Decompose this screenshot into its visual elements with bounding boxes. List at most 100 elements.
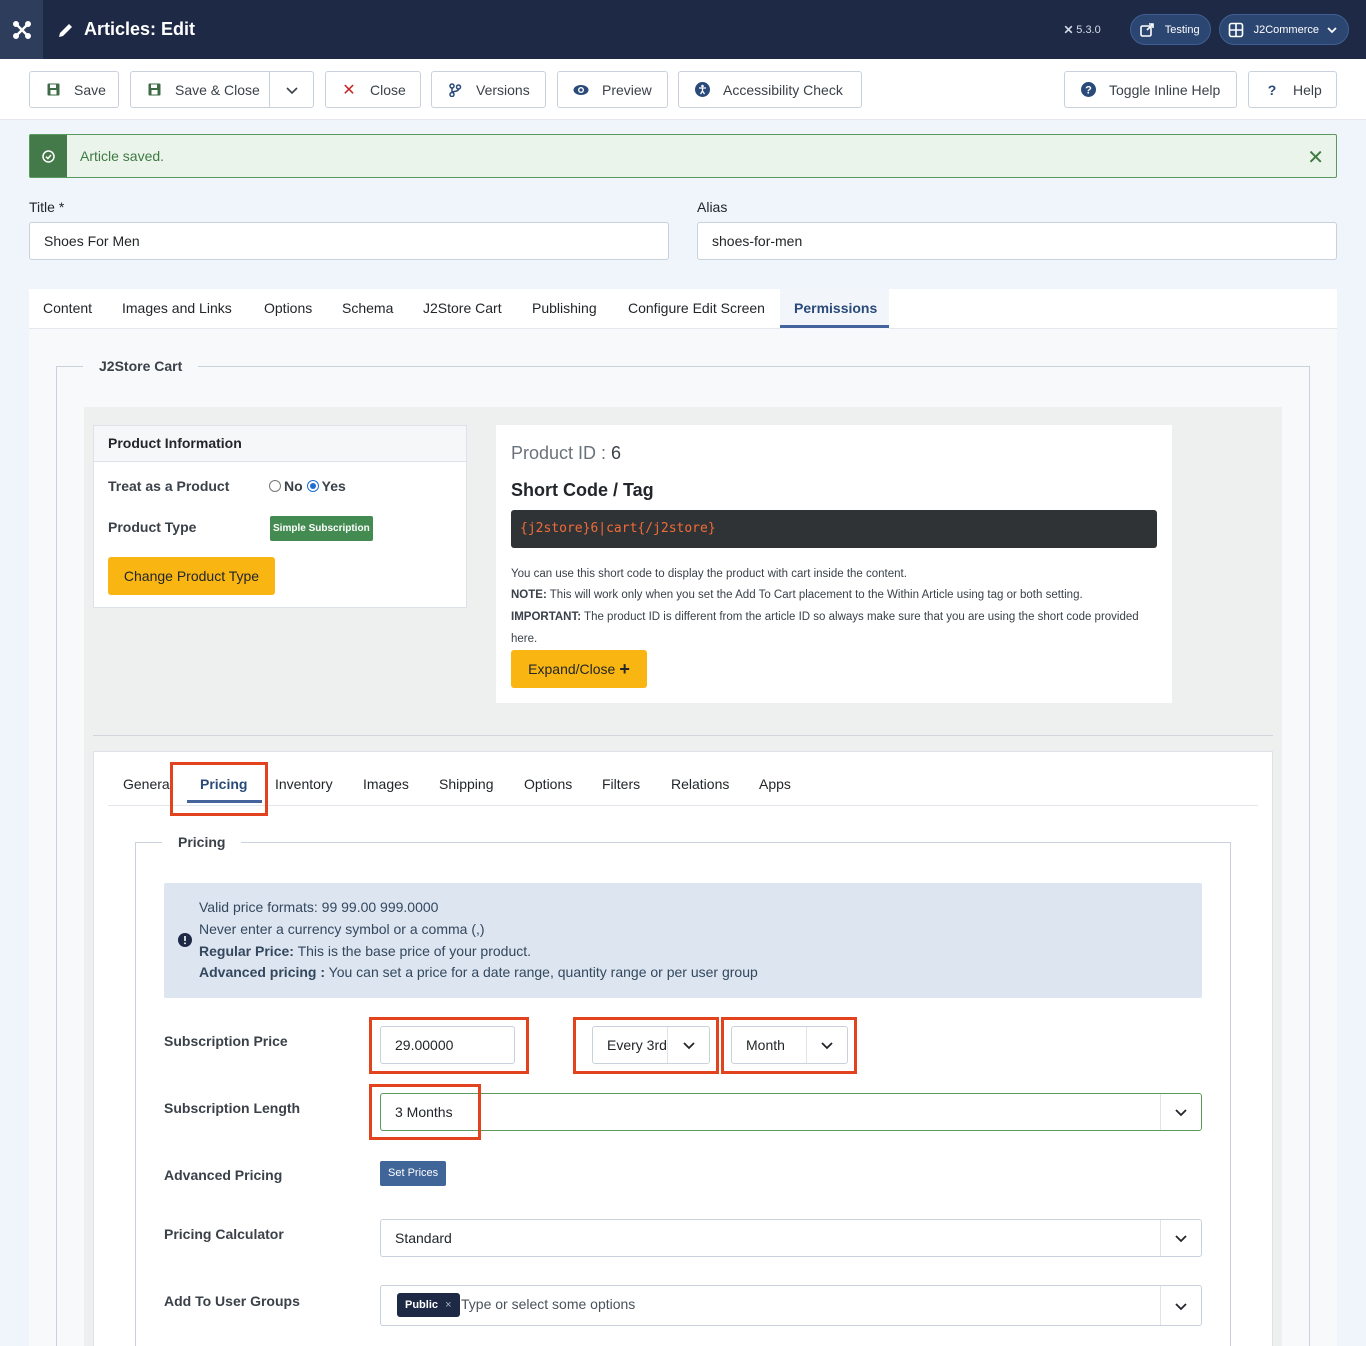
product-id-label: Product ID : 6 <box>511 443 622 463</box>
close-icon: ✕ <box>342 81 356 99</box>
tab-j2store-cart[interactable]: J2Store Cart <box>423 300 502 316</box>
shortcode-card: Product ID : 6 Short Code / Tag {j2store… <box>496 425 1172 703</box>
grid-icon <box>1228 22 1243 37</box>
alias-input[interactable]: shoes-for-men <box>697 222 1337 260</box>
subtab-apps[interactable]: Apps <box>759 776 791 792</box>
question-icon: ? <box>1267 81 1277 98</box>
page-title: Articles: Edit <box>57 19 195 40</box>
tab-schema[interactable]: Schema <box>342 300 393 316</box>
divider <box>93 735 1273 736</box>
user-menu-button[interactable]: J2Commerce <box>1218 14 1349 45</box>
shortcode-important-cont: here. <box>511 633 538 645</box>
joomla-logo[interactable] <box>0 0 43 59</box>
help-button[interactable]: ? Help <box>1248 71 1337 108</box>
check-circle-icon <box>30 135 67 177</box>
subtab-shipping[interactable]: Shipping <box>439 776 494 792</box>
tab-permissions[interactable]: Permissions <box>794 300 877 316</box>
j2store-legend: J2Store Cart <box>83 358 199 374</box>
remove-chip-icon[interactable]: × <box>445 1299 451 1311</box>
save-icon <box>45 82 61 98</box>
save-dropdown-toggle[interactable] <box>269 72 313 107</box>
plus-icon: + <box>619 658 630 679</box>
site-link-button[interactable]: Testing <box>1129 14 1211 45</box>
accessibility-icon <box>694 82 710 98</box>
change-product-type-button[interactable]: Change Product Type <box>108 557 275 595</box>
user-groups-placeholder: Type or select some options <box>461 1296 636 1312</box>
info-line-1: Valid price formats: 99 99.00 999.0000 <box>199 899 439 915</box>
user-group-chip: Public × <box>397 1293 460 1317</box>
info-line-4: Advanced pricing : You can set a price f… <box>199 964 758 980</box>
shortcode-box[interactable]: {j2store}6|cart{/j2store} <box>511 510 1157 548</box>
subtab-images[interactable]: Images <box>363 776 409 792</box>
save-button[interactable]: Save <box>29 71 119 108</box>
chevron-down-icon <box>1160 1220 1201 1256</box>
product-type-label: Product Type <box>108 519 197 535</box>
set-prices-button[interactable]: Set Prices <box>380 1161 447 1186</box>
subscription-length-label: Subscription Length <box>164 1100 301 1116</box>
joomla-small-icon <box>1064 25 1073 34</box>
alert-close-icon[interactable]: ✕ <box>1307 145 1324 170</box>
alias-label: Alias <box>697 199 728 215</box>
product-type-badge: Simple Subscription <box>270 516 373 541</box>
product-information-heading: Product Information <box>94 426 466 462</box>
close-button[interactable]: ✕ Close <box>325 71 421 108</box>
subscription-price-label: Subscription Price <box>164 1033 288 1049</box>
article-tabs: Content Images and Links Options Schema … <box>29 289 1337 329</box>
highlight-pricing-tab <box>170 762 268 816</box>
treat-as-product-radios: No Yes <box>269 478 346 494</box>
svg-text:?: ? <box>1085 85 1092 97</box>
chevron-down-icon <box>1160 1094 1201 1130</box>
tab-images-and-links[interactable]: Images and Links <box>122 300 232 316</box>
chevron-down-icon <box>1327 26 1337 33</box>
help-circle-icon: ? <box>1080 82 1096 98</box>
subtab-inventory[interactable]: Inventory <box>275 776 333 792</box>
shortcode-help-text: You can use this short code to display t… <box>511 568 907 580</box>
radio-yes[interactable] <box>306 480 319 492</box>
title-input[interactable]: Shoes For Men <box>29 222 669 260</box>
branch-icon <box>447 82 463 98</box>
highlight-period <box>721 1017 857 1074</box>
short-code-heading: Short Code / Tag <box>511 480 654 500</box>
pricing-legend: Pricing <box>162 834 242 850</box>
info-icon <box>178 933 192 947</box>
preview-button[interactable]: Preview <box>557 71 668 108</box>
subtab-relations[interactable]: Relations <box>671 776 729 792</box>
user-groups-label: Add To User Groups <box>164 1293 300 1309</box>
pricing-info-box: Valid price formats: 99 99.00 999.0000 N… <box>164 883 1202 998</box>
advanced-pricing-label: Advanced Pricing <box>164 1167 283 1183</box>
info-line-3: Regular Price: This is the base price of… <box>199 943 532 959</box>
pricing-calculator-select[interactable]: Standard <box>380 1219 1202 1257</box>
subtab-filters[interactable]: Filters <box>602 776 640 792</box>
success-alert: Article saved. ✕ <box>29 134 1337 178</box>
tab-publishing[interactable]: Publishing <box>532 300 597 316</box>
treat-as-product-label: Treat as a Product <box>108 478 230 494</box>
version-label: 5.3.0 <box>1063 24 1101 36</box>
tab-content[interactable]: Content <box>43 300 92 316</box>
pricing-calculator-label: Pricing Calculator <box>164 1226 284 1242</box>
shortcode-note: NOTE: This will work only when you set t… <box>511 589 1083 601</box>
joomla-icon <box>12 20 31 39</box>
toggle-inline-help-button[interactable]: ? Toggle Inline Help <box>1064 71 1237 108</box>
alert-message: Article saved. <box>80 148 165 164</box>
expand-close-button[interactable]: Expand/Close + <box>511 650 647 688</box>
subtab-options[interactable]: Options <box>524 776 572 792</box>
subscription-length-select[interactable]: 3 Months <box>380 1093 1202 1131</box>
tab-options[interactable]: Options <box>264 300 312 316</box>
title-label: Title * <box>29 199 65 215</box>
toolbar: Save Save & Close ✕ Close Versions Previ… <box>0 59 1366 120</box>
info-line-2: Never enter a currency symbol or a comma… <box>199 921 485 937</box>
chevron-down-icon <box>1160 1286 1201 1325</box>
subtab-general[interactable]: General <box>123 776 173 792</box>
radio-no[interactable] <box>269 480 281 492</box>
accessibility-check-button[interactable]: Accessibility Check <box>678 71 862 108</box>
highlight-length <box>369 1084 481 1140</box>
shortcode-important: IMPORTANT: The product ID is different f… <box>511 611 1139 623</box>
tab-configure-edit-screen[interactable]: Configure Edit Screen <box>628 300 765 316</box>
save-close-button[interactable]: Save & Close <box>130 71 314 108</box>
versions-button[interactable]: Versions <box>431 71 546 108</box>
highlight-recurrence <box>573 1017 719 1074</box>
chevron-down-icon <box>285 86 298 94</box>
user-groups-select[interactable]: Type or select some options <box>380 1285 1202 1326</box>
pencil-icon <box>59 23 72 37</box>
app-header: Articles: Edit 5.3.0 Testing J2Commerce <box>0 0 1366 59</box>
